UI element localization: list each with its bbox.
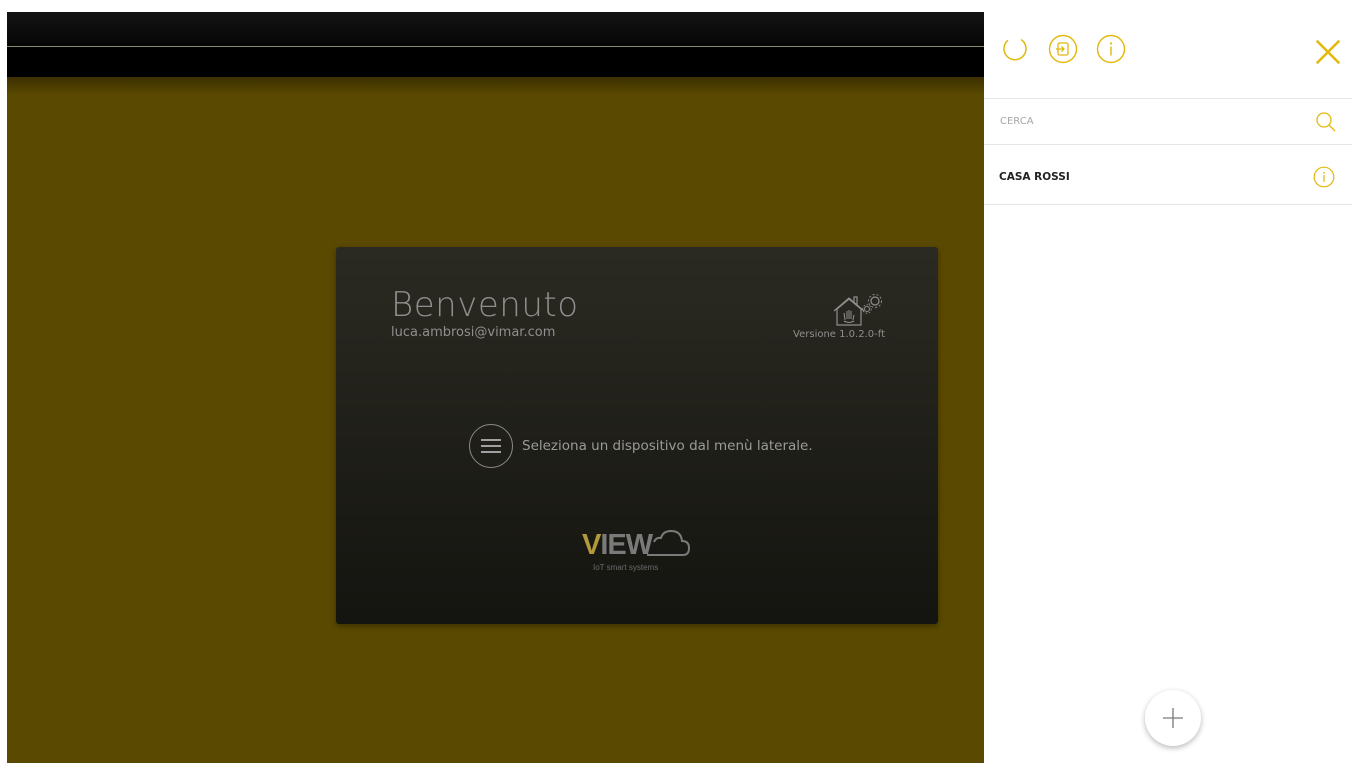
info-icon[interactable] [1096,34,1126,64]
search-icon[interactable] [1315,111,1337,133]
top-bar [7,12,984,77]
info-icon[interactable] [1313,166,1335,188]
panel-header [984,0,1352,99]
logout-icon[interactable] [1048,34,1078,64]
home-settings-icon [833,294,882,326]
logo-wordmark: VIEW [582,529,653,562]
list-item-label: CASA ROSSI [999,171,1070,183]
app-window: Benvenuto luca.ambrosi@vimar.com Version… [0,0,1352,763]
search-row [984,99,1352,145]
plus-icon [1163,708,1183,728]
top-bar-shadow [7,77,984,95]
side-panel: CASA ROSSI [984,0,1352,763]
logo-wordmark-accent: V [582,529,601,561]
menu-hint-button [469,424,513,468]
cloud-icon [647,529,691,556]
top-bar-divider [7,46,984,47]
view-logo: VIEW IoT smart systems [582,525,692,575]
list-item[interactable]: CASA ROSSI [984,145,1352,205]
close-icon[interactable] [1313,37,1343,67]
add-button[interactable] [1145,690,1201,746]
select-device-hint: Seleziona un dispositivo dal menù latera… [522,438,813,454]
refresh-icon[interactable] [1000,34,1030,64]
user-email: luca.ambrosi@vimar.com [391,325,556,340]
app-version: Versione 1.0.2.0-ft [793,329,885,340]
welcome-card: Benvenuto luca.ambrosi@vimar.com Version… [336,247,938,624]
welcome-title: Benvenuto [391,285,579,325]
logo-subtitle: IoT smart systems [593,563,659,572]
hamburger-menu-icon [481,439,501,453]
search-input[interactable] [998,109,1302,133]
main-stage[interactable]: Benvenuto luca.ambrosi@vimar.com Version… [7,12,984,763]
